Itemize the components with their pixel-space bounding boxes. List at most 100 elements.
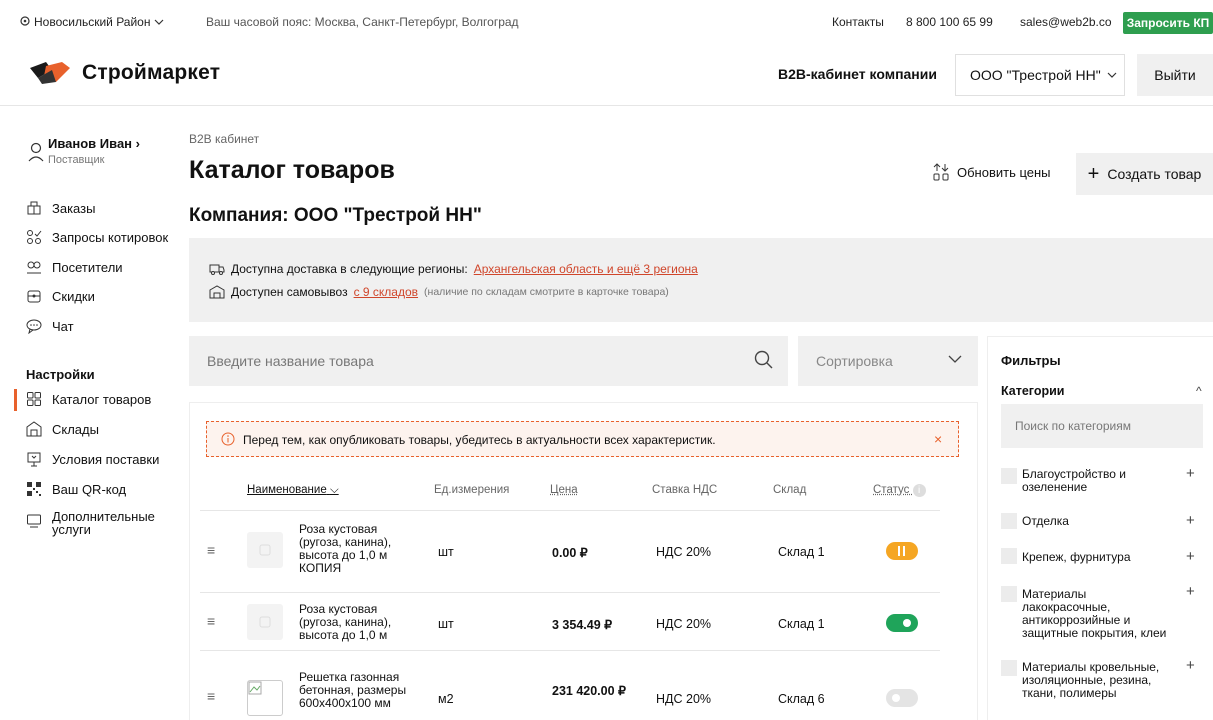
sidebar-item-visitors[interactable]: Посетители xyxy=(26,259,123,275)
category-search-input[interactable]: Поиск по категориям xyxy=(1001,404,1203,448)
expand-plus-icon[interactable]: + xyxy=(1186,512,1195,529)
row-divider xyxy=(200,510,940,511)
chevron-up-icon[interactable]: ^ xyxy=(1196,384,1202,398)
product-thumbnail xyxy=(247,680,283,716)
company-select[interactable]: ООО "Трестрой НН" xyxy=(955,54,1125,96)
sidebar-item-label: Ваш QR-код xyxy=(52,481,127,497)
pause-icon-bar xyxy=(903,546,905,556)
category-checkbox[interactable] xyxy=(1001,548,1017,564)
delivery-regions-link[interactable]: Архангельская область и ещё 3 региона xyxy=(474,262,698,276)
product-name[interactable]: Роза кустовая (ругоза, канина), высота д… xyxy=(299,523,409,575)
category-label: Благоустройство и озеленение xyxy=(1022,467,1126,494)
sidebar-item-label: Каталог товаров xyxy=(52,391,152,407)
placeholder-image-icon xyxy=(259,616,271,628)
sidebar-item-label: Запросы котировок xyxy=(52,229,169,245)
delivery-info-box: Доступна доставка в следующие регионы: А… xyxy=(189,238,1213,322)
product-vat: НДС 20% xyxy=(656,692,712,706)
pickup-warehouses-link[interactable]: с 9 складов xyxy=(354,285,418,299)
pickup-info-line: Доступен самовывоз с 9 складов (наличие … xyxy=(209,285,669,299)
sort-label: Сортировка xyxy=(816,353,893,369)
column-header-warehouse: Склад xyxy=(773,484,807,496)
expand-plus-icon[interactable]: + xyxy=(1186,583,1195,600)
sidebar-item-quotes[interactable]: Запросы котировок xyxy=(26,229,168,245)
sort-select[interactable]: Сортировка xyxy=(798,336,978,386)
product-name[interactable]: Роза кустовая (ругоза, канина), высота д… xyxy=(299,603,409,642)
search-icon[interactable] xyxy=(754,350,774,370)
expand-plus-icon[interactable]: + xyxy=(1186,548,1195,565)
toggle-knob xyxy=(903,619,911,627)
drag-handle-icon[interactable]: ≡ xyxy=(207,688,215,704)
filters-title: Фильтры xyxy=(1001,353,1061,368)
product-name[interactable]: Решетка газонная бетонная, размеры 600х4… xyxy=(299,671,409,710)
column-header-vat: Ставка НДС xyxy=(652,484,718,496)
pickup-note: (наличие по складам смотрите в карточке … xyxy=(424,286,669,298)
store-icon xyxy=(209,285,225,299)
search-placeholder: Введите название товара xyxy=(207,353,374,369)
catalog-icon xyxy=(26,391,42,407)
create-product-button[interactable]: + Создать товар xyxy=(1076,153,1213,195)
column-header-status[interactable]: Статус i xyxy=(873,484,926,497)
category-checkbox[interactable] xyxy=(1001,468,1017,484)
region-selector[interactable]: Новосильский Район xyxy=(20,15,164,29)
company-title: Компания: ООО "Трестрой НН" xyxy=(189,205,482,226)
chevron-down-icon xyxy=(1107,72,1117,78)
category-label: Отделка xyxy=(1022,514,1069,528)
product-unit: м2 xyxy=(438,692,454,706)
sidebar-item-qr[interactable]: Ваш QR-код xyxy=(26,481,126,497)
quotes-icon xyxy=(26,229,42,245)
close-icon[interactable]: × xyxy=(934,431,942,447)
category-checkbox[interactable] xyxy=(1001,660,1017,676)
sidebar-item-catalog[interactable]: Каталог товаров xyxy=(26,391,151,407)
delivery-prefix: Доступна доставка в следующие регионы: xyxy=(231,262,468,276)
product-search-input[interactable]: Введите название товара xyxy=(189,336,788,386)
column-header-name[interactable]: Наименование ⌵ xyxy=(247,484,339,497)
drag-handle-icon[interactable]: ≡ xyxy=(207,542,215,558)
categories-title[interactable]: Категории xyxy=(1001,384,1065,398)
expand-plus-icon[interactable]: + xyxy=(1186,657,1195,674)
sidebar-item-orders[interactable]: Заказы xyxy=(26,200,95,216)
sidebar-item-discounts[interactable]: Скидки xyxy=(26,288,95,304)
update-prices-button[interactable]: Обновить цены xyxy=(933,163,1051,181)
logo-mark-icon xyxy=(30,62,70,84)
sidebar-item-label: Скидки xyxy=(52,288,95,304)
category-checkbox[interactable] xyxy=(1001,513,1017,529)
sidebar-item-services[interactable]: Дополнительные услуги xyxy=(26,510,162,536)
user-name: Иванов Иван › xyxy=(48,136,140,151)
sidebar-item-chat[interactable]: Чат xyxy=(26,318,74,334)
logo[interactable]: Строймаркет xyxy=(28,60,220,86)
email-link[interactable]: sales@web2b.co xyxy=(1020,15,1112,29)
sidebar-item-delivery-terms[interactable]: Условия поставки xyxy=(26,451,159,467)
plus-icon: + xyxy=(1087,163,1100,185)
request-kp-button[interactable]: Запросить КП xyxy=(1123,12,1213,34)
pickup-prefix: Доступен самовывоз xyxy=(231,285,348,299)
sidebar-item-warehouses[interactable]: Склады xyxy=(26,421,99,437)
truck-icon xyxy=(209,264,225,275)
broken-image-icon xyxy=(248,681,262,695)
phone-link[interactable]: 8 800 100 65 99 xyxy=(906,15,993,29)
b2b-cabinet-label: B2B-кабинет компании xyxy=(778,66,937,82)
pause-icon xyxy=(898,546,900,556)
column-header-price[interactable]: Цена xyxy=(550,484,578,496)
contacts-link[interactable]: Контакты xyxy=(832,15,884,29)
expand-plus-icon[interactable]: + xyxy=(1186,465,1195,482)
sidebar-item-label: Чат xyxy=(52,318,74,334)
row-divider xyxy=(200,650,940,651)
logout-button[interactable]: Выйти xyxy=(1137,54,1213,96)
product-warehouse: Склад 1 xyxy=(778,545,825,559)
product-warehouse: Склад 1 xyxy=(778,617,825,631)
category-checkbox[interactable] xyxy=(1001,586,1017,602)
chevron-down-icon xyxy=(948,355,962,363)
active-indicator xyxy=(14,389,17,411)
settings-section-title: Настройки xyxy=(26,367,95,382)
breadcrumb[interactable]: B2B кабинет xyxy=(189,132,259,146)
status-toggle-off[interactable] xyxy=(886,689,918,707)
sidebar-item-label: Условия поставки xyxy=(52,451,160,467)
info-icon[interactable]: i xyxy=(912,484,926,497)
drag-handle-icon[interactable]: ≡ xyxy=(207,613,215,629)
status-toggle-on[interactable] xyxy=(886,614,918,632)
status-toggle-paused[interactable] xyxy=(886,542,918,560)
category-label: Материалы кровельные, изоляционные, рези… xyxy=(1022,660,1160,700)
delivery-terms-icon xyxy=(26,451,42,467)
product-vat: НДС 20% xyxy=(656,545,712,559)
company-select-value: ООО "Трестрой НН" xyxy=(970,67,1101,83)
